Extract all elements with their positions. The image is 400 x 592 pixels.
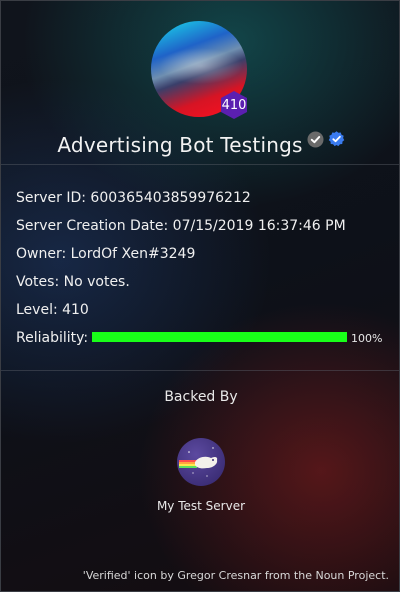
server-id-line: Server ID: 600365403859976212 xyxy=(16,190,251,206)
backed-by-title: Backed By xyxy=(164,389,238,405)
reliability-bar-fill xyxy=(92,332,347,342)
level-line: Level: 410 xyxy=(16,302,89,318)
backer-server-name[interactable]: My Test Server xyxy=(1,499,399,513)
verified-check-icon xyxy=(328,131,345,148)
checkmark-gray-icon xyxy=(307,131,324,148)
level-badge-value: 410 xyxy=(221,97,247,113)
reliability-percent: 100% xyxy=(351,332,383,345)
reliability-bar xyxy=(92,332,347,342)
server-name: Advertising Bot Testings xyxy=(57,133,303,157)
votes-line: Votes: No votes. xyxy=(16,274,130,290)
creation-date-line: Server Creation Date: 07/15/2019 16:37:4… xyxy=(16,218,346,234)
server-card: 410 Advertising Bot Testings Server ID: … xyxy=(0,0,400,592)
title-row: Advertising Bot Testings xyxy=(1,131,399,157)
backer-server-avatar[interactable] xyxy=(177,438,225,486)
owner-line: Owner: LordOf Xen#3249 xyxy=(16,246,196,262)
divider-middle xyxy=(1,370,399,371)
flying-creature-icon xyxy=(179,447,218,477)
divider-top xyxy=(1,164,399,165)
reliability-label: Reliability: xyxy=(16,330,89,346)
footer-credit: 'Verified' icon by Gregor Cresnar from t… xyxy=(82,569,389,582)
